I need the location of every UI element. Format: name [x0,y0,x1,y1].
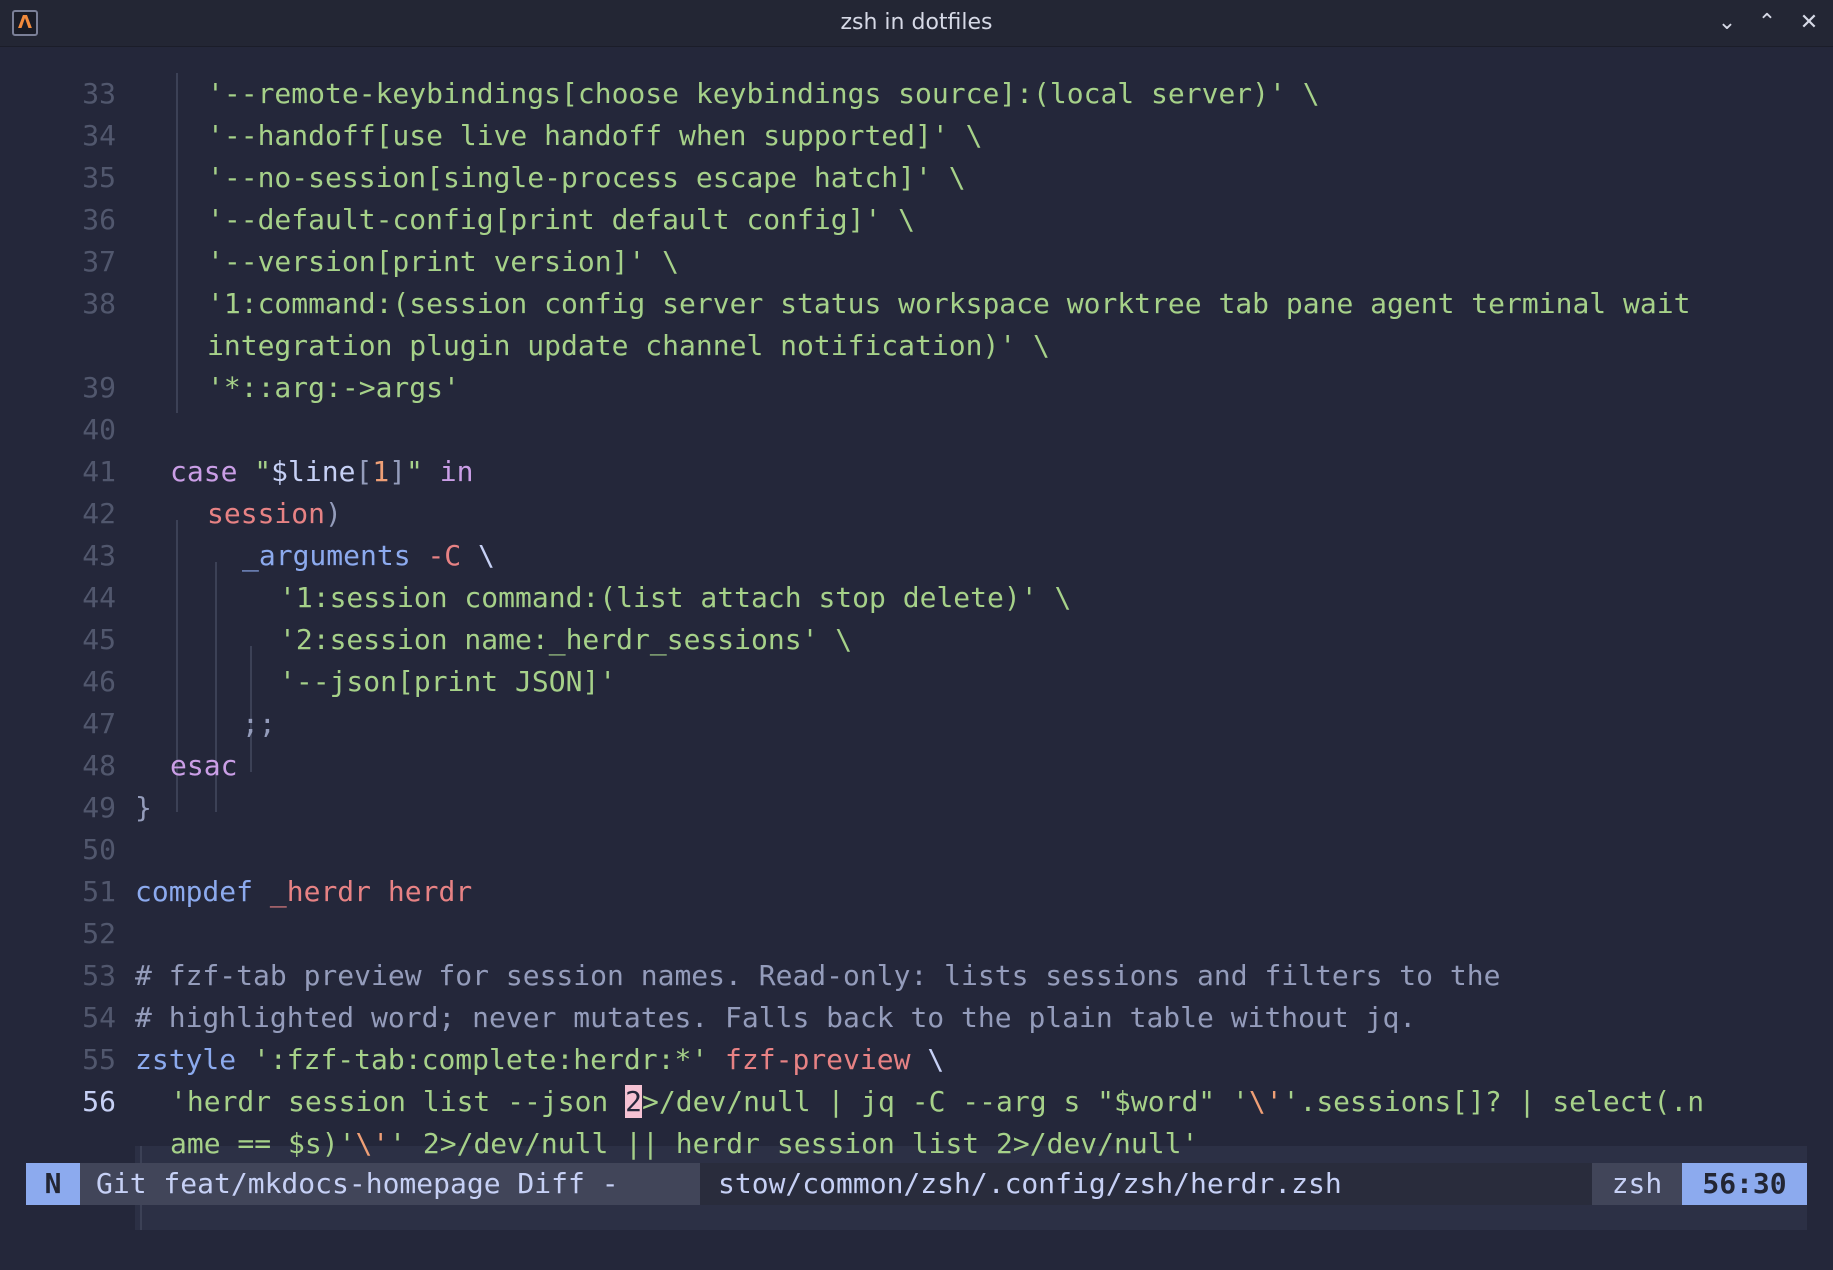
line-number: 44 [82,581,116,614]
title-bar[interactable]: Λ zsh in dotfiles ⌄ ⌃ ✕ [0,0,1833,47]
line-code: session) [207,497,342,530]
minimize-icon[interactable]: ⌄ [1712,8,1742,38]
line-code: case "$line[1]" in [170,455,474,488]
cursor-position: 56:30 [1682,1163,1807,1205]
line-code: esac [170,749,238,782]
line-code: compdef _herdr herdr [135,875,473,908]
file-path: stow/common/zsh/.config/zsh/herdr.zsh [718,1167,1342,1200]
maximize-icon[interactable]: ⌃ [1752,8,1782,38]
line-code: ;; [242,707,276,740]
code-line-wrap[interactable]: integration plugin update channel notifi… [0,325,1833,367]
close-icon[interactable]: ✕ [1794,8,1824,38]
line-code: '--remote-keybindings[choose keybindings… [207,77,1320,110]
line-number: 54 [82,1001,116,1034]
code-line[interactable]: 53 # fzf-tab preview for session names. … [0,955,1833,997]
line-code: # fzf-tab preview for session names. Rea… [135,959,1501,992]
line-number: 43 [82,539,116,572]
line-number: 38 [82,287,116,320]
line-number: 37 [82,245,116,278]
line-number: 35 [82,161,116,194]
line-number: 46 [82,665,116,698]
line-code: '2:session name:_herdr_sessions' \ [279,623,853,656]
line-number: 33 [82,77,116,110]
line-number: 42 [82,497,116,530]
code-line[interactable]: 38 '1:command:(session config server sta… [0,283,1833,325]
line-code: } [135,791,152,824]
line-code: '1:command:(session config server status… [207,287,1691,320]
code-line[interactable]: 47 ;; [0,703,1833,745]
code-line[interactable]: 43 _arguments -C \ [0,535,1833,577]
code-line[interactable]: 44 '1:session command:(list attach stop … [0,577,1833,619]
code-line[interactable]: 39 '*::arg:->args' [0,367,1833,409]
code-line[interactable]: 46 '--json[print JSON]' [0,661,1833,703]
code-line[interactable]: 54 # highlighted word; never mutates. Fa… [0,997,1833,1039]
code-line-current[interactable]: 56 'herdr session list --json 2>/dev/nul… [0,1081,1833,1123]
code-line-wrap[interactable]: ame == $s)'\'' 2>/dev/null || herdr sess… [0,1123,1833,1165]
line-code: '--version[print version]' \ [207,245,680,278]
line-code: zstyle ':fzf-tab:complete:herdr:*' fzf-p… [135,1043,945,1076]
line-code: '1:session command:(list attach stop del… [279,581,1072,614]
line-code: '--handoff[use live handoff when support… [207,119,983,152]
code-line[interactable]: 33 '--remote-keybindings[choose keybindi… [0,73,1833,115]
code-line[interactable]: 49 } [0,787,1833,829]
line-code-wrapped: ame == $s)'\'' 2>/dev/null || herdr sess… [170,1127,1199,1160]
code-line[interactable]: 55 zstyle ':fzf-tab:complete:herdr:*' fz… [0,1039,1833,1081]
line-code-wrapped: integration plugin update channel notifi… [207,329,1050,362]
line-code: '--no-session[single-process escape hatc… [207,161,966,194]
code-line[interactable]: 35 '--no-session[single-process escape h… [0,157,1833,199]
line-code: '--json[print JSON]' [279,665,617,698]
status-line: N Git feat/mkdocs-homepage Diff - stow/c… [26,1163,1807,1205]
line-code: '--default-config[print default config]'… [207,203,916,236]
line-number: 34 [82,119,116,152]
line-number: 47 [82,707,116,740]
line-number: 45 [82,623,116,656]
code-line[interactable]: 40 [0,409,1833,451]
mode-indicator: N [26,1163,80,1205]
line-number: 51 [82,875,116,908]
code-line[interactable]: 37 '--version[print version]' \ [0,241,1833,283]
window-title: zsh in dotfiles [840,10,993,35]
line-number: 53 [82,959,116,992]
code-line[interactable]: 45 '2:session name:_herdr_sessions' \ [0,619,1833,661]
text-cursor: 2 [625,1085,643,1118]
filetype-segment: zsh [1592,1163,1682,1205]
line-number: 52 [82,917,116,950]
git-branch-segment: Git feat/mkdocs-homepage Diff - [80,1163,700,1205]
code-line[interactable]: 36 '--default-config[print default confi… [0,199,1833,241]
line-number: 36 [82,203,116,236]
code-line[interactable]: 41 case "$line[1]" in [0,451,1833,493]
line-number: 40 [82,413,116,446]
line-code: _arguments -C \ [242,539,495,572]
line-code: '*::arg:->args' [207,371,460,404]
code-line[interactable]: 51 compdef _herdr herdr [0,871,1833,913]
line-number: 49 [82,791,116,824]
line-code: # highlighted word; never mutates. Falls… [135,1001,1417,1034]
line-number: 50 [82,833,116,866]
line-number: 41 [82,455,116,488]
line-number: 48 [82,749,116,782]
editor-buffer[interactable]: 33 '--remote-keybindings[choose keybindi… [0,68,1833,1230]
line-number: 56 [82,1085,116,1118]
code-line[interactable]: 52 [0,913,1833,955]
code-line[interactable]: 34 '--handoff[use live handoff when supp… [0,115,1833,157]
line-code: 'herdr session list --json 2>/dev/null |… [170,1085,1705,1118]
code-line[interactable]: 50 [0,829,1833,871]
line-number: 39 [82,371,116,404]
line-number: 55 [82,1043,116,1076]
terminal-window: Λ zsh in dotfiles ⌄ ⌃ ✕ 33 '--remote-key… [0,0,1833,1270]
code-line[interactable]: 48 esac [0,745,1833,787]
code-line[interactable]: 42 session) [0,493,1833,535]
